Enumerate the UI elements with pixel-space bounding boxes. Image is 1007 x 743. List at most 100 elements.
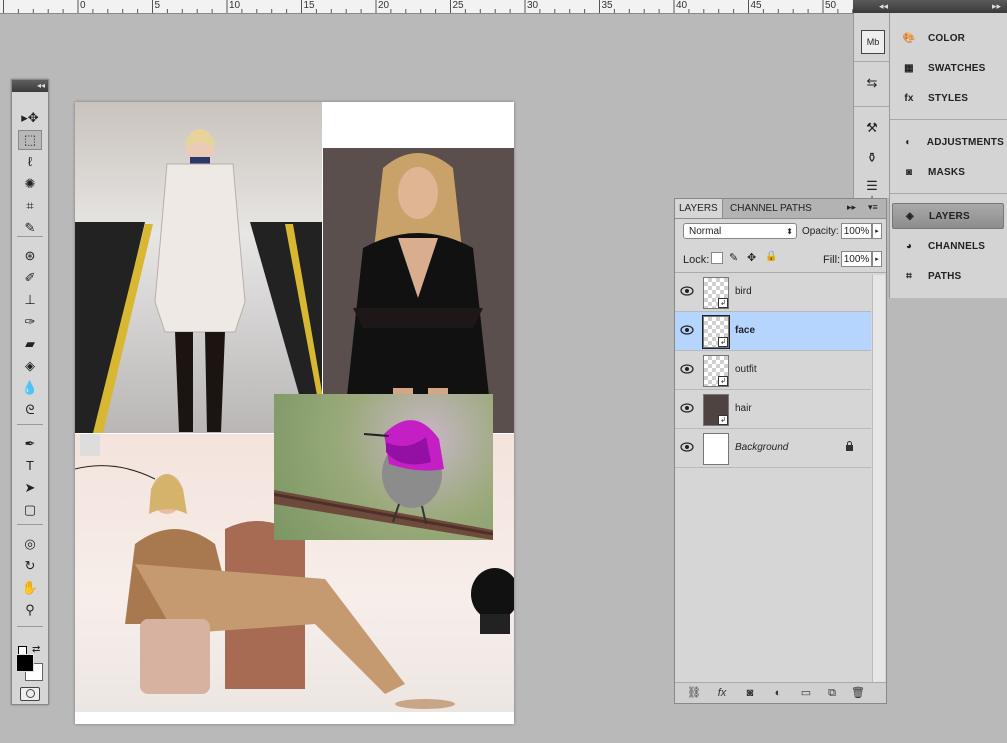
tab-paths[interactable]: PATHS <box>776 199 816 218</box>
lasso-tool[interactable]: ℓ <box>18 152 42 172</box>
clone-stamp-tool[interactable]: ⊥ <box>18 290 42 310</box>
pen-tool[interactable]: ✒ <box>18 434 42 454</box>
fill-slider-button[interactable]: ▸ <box>872 251 882 267</box>
marquee-tool[interactable]: ⬚ <box>18 130 42 150</box>
path-selection-tool-icon: ➤ <box>24 480 36 495</box>
spot-healing-tool[interactable]: ⊛ <box>18 246 42 266</box>
move-tool[interactable]: ▸✥ <box>18 108 42 128</box>
adjustment-layer-icon[interactable]: ◐ <box>769 685 787 701</box>
tab-layers[interactable]: LAYERS <box>675 199 723 218</box>
new-layer-icon[interactable]: ⧉ <box>823 685 841 701</box>
zoom-tool[interactable]: ⚲ <box>18 600 42 620</box>
layer-row-outfit[interactable]: ↲ outfit <box>675 351 871 390</box>
eyedropper-tool[interactable]: ✎ <box>18 218 42 238</box>
swatches-icon: ▦ <box>904 62 914 74</box>
crop-tool[interactable]: ⌗ <box>18 196 42 216</box>
visibility-eye-icon[interactable] <box>680 363 694 375</box>
lock-all-icon[interactable]: 🔒 <box>765 251 777 262</box>
layer-row-background[interactable]: Background <box>675 429 871 468</box>
layers-scrollbar[interactable] <box>872 275 885 683</box>
hand-tool-icon: ✋ <box>21 580 39 595</box>
layer-thumbnail: ↲ <box>703 277 729 309</box>
panel-swatches-label: SWATCHES <box>928 62 986 74</box>
new-group-icon[interactable]: ▭ <box>797 685 815 701</box>
panel-color[interactable]: 🎨 COLOR <box>892 25 1004 51</box>
tools-panel-header[interactable]: ◂◂ <box>12 80 48 92</box>
opacity-label: Opacity: <box>802 226 839 237</box>
type-tool[interactable]: T <box>18 456 42 476</box>
panel-swatches[interactable]: ▦ SWATCHES <box>892 55 1004 81</box>
quick-mask-button[interactable] <box>20 687 40 701</box>
blur-tool[interactable]: 💧 <box>18 378 42 398</box>
layer-name: face <box>735 325 756 336</box>
rectangle-tool[interactable]: ▢ <box>18 500 42 520</box>
tool-separator <box>17 424 43 425</box>
panel-color-label: COLOR <box>928 32 966 44</box>
panel-masks[interactable]: ◙ MASKS <box>892 159 1004 185</box>
history-panel-button[interactable]: ⇆ <box>861 72 883 94</box>
panel-styles[interactable]: fx STYLES <box>892 85 1004 111</box>
blend-mode-select[interactable]: Normal ⬍ <box>683 223 797 239</box>
link-layers-icon[interactable]: ⛓ <box>685 685 703 701</box>
hummingbird-illustration <box>274 420 493 540</box>
visibility-eye-icon[interactable] <box>680 441 694 453</box>
brush-tool-icon: ✐ <box>24 270 36 285</box>
document-canvas[interactable] <box>75 102 514 724</box>
layer-style-fx-icon[interactable]: fx <box>713 685 731 701</box>
visibility-eye-icon[interactable] <box>680 285 694 297</box>
tool-presets-panel-button[interactable]: ⚒ <box>861 117 883 139</box>
quick-selection-tool[interactable]: ✺ <box>18 174 42 194</box>
brush-tool[interactable]: ✐ <box>18 268 42 288</box>
foreground-color-swatch[interactable] <box>16 654 34 672</box>
smart-object-icon: ↲ <box>718 337 728 347</box>
history-brush-tool[interactable]: ✑ <box>18 312 42 332</box>
panel-paths[interactable]: ⌗ PATHS <box>892 263 1004 289</box>
hand-tool[interactable]: ✋ <box>18 578 42 598</box>
visibility-eye-icon[interactable] <box>680 402 694 414</box>
panel-layers[interactable]: ◈ LAYERS <box>892 203 1004 229</box>
add-mask-icon[interactable]: ◙ <box>741 685 759 701</box>
collapse-dock-icon[interactable]: ◂◂ <box>879 1 888 12</box>
layer-row-bird[interactable]: ↲ bird <box>675 273 871 312</box>
lock-transparent-pixels-icon[interactable] <box>711 252 723 264</box>
dodge-tool[interactable]: ᘓ <box>18 400 42 420</box>
eraser-tool[interactable]: ▰ <box>18 334 42 354</box>
clone-stamp-tool-icon: ⊥ <box>24 292 36 307</box>
ruler-label: 40 <box>676 0 688 11</box>
marquee-tool-icon: ⬚ <box>23 132 37 147</box>
move-tool-icon: ▸✥ <box>21 110 39 125</box>
tab-channels[interactable]: CHANNEL <box>726 199 782 218</box>
paint-bucket-tool[interactable]: ◈ <box>18 356 42 376</box>
visibility-eye-icon[interactable] <box>680 324 694 336</box>
clone-source-panel-button[interactable]: ⚱ <box>861 147 883 169</box>
delete-layer-icon[interactable]: 🗑 <box>849 685 867 701</box>
history-icon: ⇆ <box>866 75 878 90</box>
opacity-slider-button[interactable]: ▸ <box>872 223 882 239</box>
3d-rotate-tool[interactable]: ◎ <box>18 534 42 554</box>
lock-image-pixels-icon[interactable]: ✎ <box>729 251 738 264</box>
lock-position-icon[interactable]: ✥ <box>747 251 756 264</box>
panel-channels-label: CHANNELS <box>928 240 986 252</box>
collapse-panel-icon[interactable]: ▸▸ <box>847 202 856 213</box>
path-selection-tool[interactable]: ➤ <box>18 478 42 498</box>
3d-orbit-tool[interactable]: ↻ <box>18 556 42 576</box>
panel-channels[interactable]: ◕ CHANNELS <box>892 233 1004 259</box>
lock-label: Lock: <box>683 254 710 266</box>
runway-photo <box>75 102 322 433</box>
collapse-panels-icon[interactable]: ▸▸ <box>992 1 1001 12</box>
3d-orbit-tool-icon: ↻ <box>24 558 36 573</box>
panel-paths-label: PATHS <box>928 270 962 282</box>
layer-row-hair[interactable]: ↲ hair <box>675 390 871 429</box>
zoom-tool-icon: ⚲ <box>25 602 35 617</box>
dock-separator <box>854 61 889 62</box>
layer-row-face[interactable]: ↲ face <box>675 312 871 351</box>
panel-menu-icon[interactable]: ▾≡ <box>868 202 878 213</box>
history-brush-tool-icon: ✑ <box>24 314 36 329</box>
mini-bridge-panel-button[interactable]: Mb <box>861 30 885 54</box>
panel-adjustments[interactable]: ◐ ADJUSTMENTS <box>892 129 1004 155</box>
layers-panel-footer: ⛓ fx ◙ ◐ ▭ ⧉ 🗑 <box>675 682 886 703</box>
channels-icon: ◕ <box>905 240 913 252</box>
opacity-input[interactable]: 100% <box>841 223 872 239</box>
horizontal-ruler[interactable]: 0 5 10 15 20 25 30 35 40 45 50 <box>0 0 853 14</box>
fill-input[interactable]: 100% <box>841 251 872 267</box>
